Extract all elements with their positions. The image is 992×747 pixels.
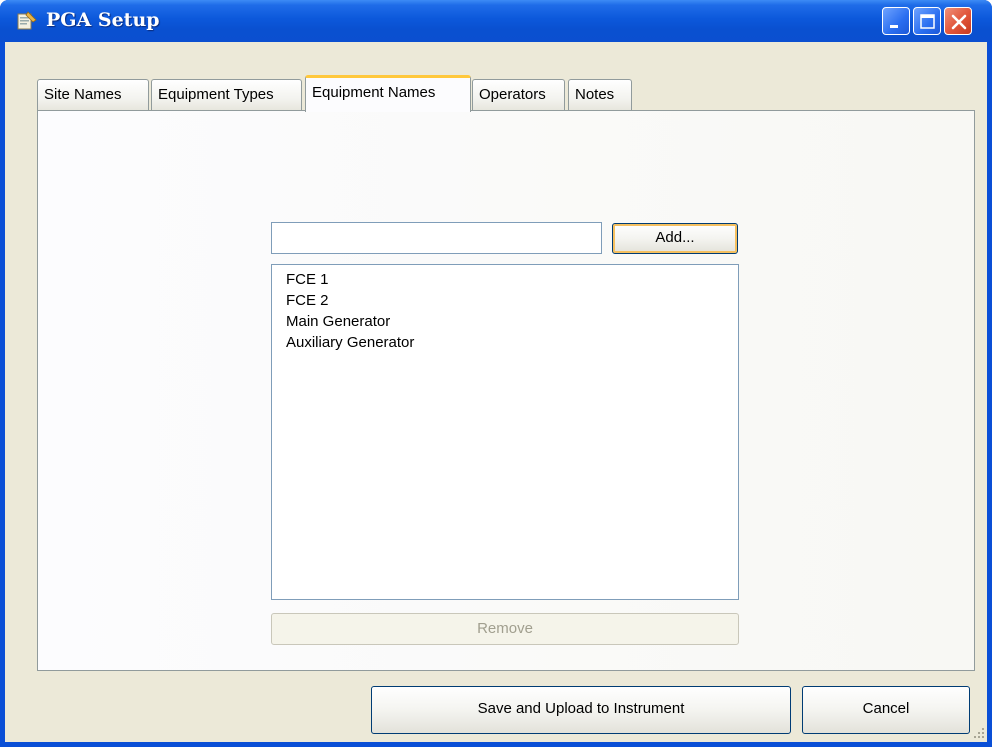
tab-equipment-names[interactable]: Equipment Names	[305, 75, 471, 112]
title-bar[interactable]: PGA Setup	[0, 0, 992, 42]
tab-site-names[interactable]: Site Names	[37, 79, 149, 111]
tab-label: Equipment Names	[312, 84, 436, 101]
tab-label: Site Names	[44, 86, 122, 103]
tab-operators[interactable]: Operators	[472, 79, 565, 111]
tab-notes[interactable]: Notes	[568, 79, 632, 111]
list-item[interactable]: FCE 1	[272, 269, 738, 290]
tab-label: Equipment Types	[158, 86, 274, 103]
save-upload-button[interactable]: Save and Upload to Instrument	[371, 686, 791, 734]
window-title: PGA Setup	[46, 9, 160, 31]
add-button[interactable]: Add...	[612, 223, 738, 254]
remove-button-label: Remove	[477, 620, 533, 637]
app-icon	[17, 11, 37, 30]
remove-button[interactable]: Remove	[271, 613, 739, 645]
list-item[interactable]: FCE 2	[272, 290, 738, 311]
tab-label: Operators	[479, 86, 546, 103]
minimize-button[interactable]	[882, 7, 910, 35]
save-upload-button-label: Save and Upload to Instrument	[477, 700, 685, 717]
tab-equipment-types[interactable]: Equipment Types	[151, 79, 302, 111]
resize-grip-icon[interactable]	[970, 724, 986, 740]
close-icon	[951, 14, 967, 30]
equipment-name-input[interactable]	[271, 222, 602, 254]
cancel-button[interactable]: Cancel	[802, 686, 970, 734]
list-item[interactable]: Auxiliary Generator	[272, 332, 738, 353]
tab-label: Notes	[575, 86, 615, 103]
window-border	[0, 742, 992, 747]
list-item[interactable]: Main Generator	[272, 311, 738, 332]
maximize-button[interactable]	[913, 7, 941, 35]
maximize-icon	[920, 14, 935, 29]
add-button-label: Add...	[655, 229, 695, 246]
close-button[interactable]	[944, 7, 972, 35]
equipment-names-list[interactable]: FCE 1 FCE 2 Main Generator Auxiliary Gen…	[271, 264, 739, 600]
cancel-button-label: Cancel	[862, 700, 910, 717]
minimize-icon	[890, 25, 898, 28]
